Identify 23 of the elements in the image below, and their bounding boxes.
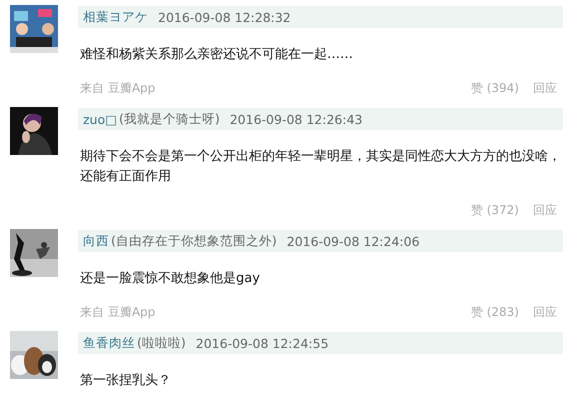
comment-time: 2016-09-08 12:26:43 bbox=[230, 112, 362, 126]
reply-link[interactable]: 回应 bbox=[533, 202, 557, 218]
comment-time: 2016-09-08 12:24:55 bbox=[196, 336, 329, 350]
reply-link[interactable]: 回应 bbox=[533, 304, 557, 320]
username-link[interactable]: 鱼香肉丝 bbox=[83, 334, 135, 352]
user-signature: (啦啦啦) bbox=[137, 334, 186, 352]
comment-time: 2016-09-08 12:24:06 bbox=[286, 234, 420, 248]
username-link[interactable]: 相葉ヨアケ bbox=[83, 8, 148, 26]
reply-link[interactable]: 回应 bbox=[533, 80, 557, 96]
like-link[interactable]: 赞 (283) bbox=[470, 304, 519, 320]
like-link[interactable]: 赞 (394) bbox=[470, 80, 519, 96]
comment-text: 期待下会不会是第一个公开出柜的年轻一辈明星，其实是同性恋大大方方的也没啥，还能有正面作用 bbox=[79, 148, 562, 186]
comment-time: 2016-09-08 12:28:32 bbox=[158, 10, 291, 24]
like-link[interactable]: 赞 (372) bbox=[470, 202, 519, 218]
comment-source: 来自 豆瓣App bbox=[79, 80, 156, 96]
comment-text: 还是一脸震惊不敢想象他是gay bbox=[79, 270, 261, 288]
user-signature: (我就是个骑士呀) bbox=[118, 110, 220, 128]
comment-source: 来自 豆瓣App bbox=[79, 304, 156, 320]
username-link[interactable]: zuo□ bbox=[83, 112, 117, 126]
user-signature: (自由存在于你想象范围之外) bbox=[111, 232, 277, 250]
comment-text: 难怪和杨紫关系那么亲密还说不可能在一起…… bbox=[79, 46, 354, 64]
comment-text: 第一张捏乳头？ bbox=[79, 372, 172, 390]
username-link[interactable]: 向西 bbox=[83, 232, 109, 250]
